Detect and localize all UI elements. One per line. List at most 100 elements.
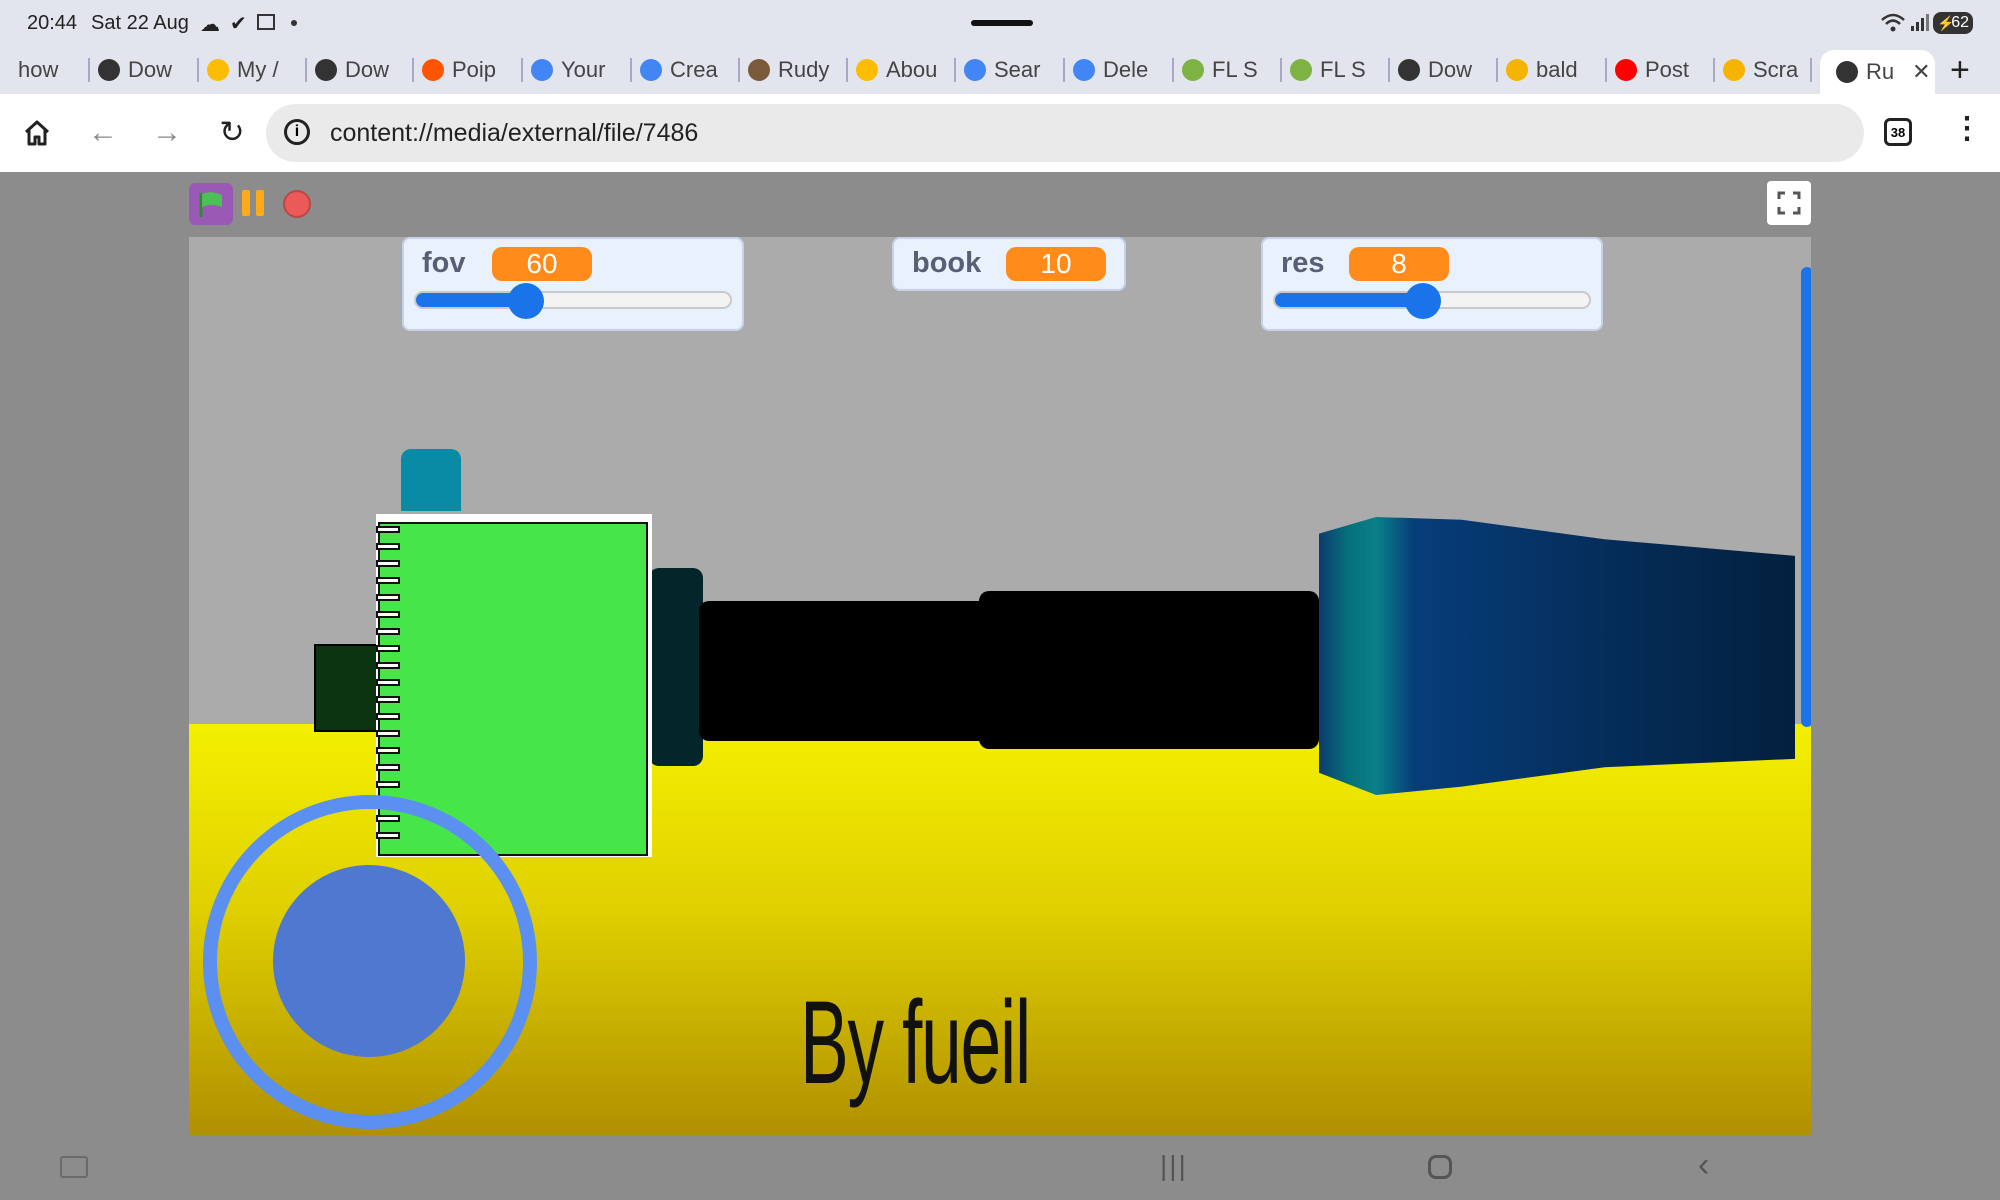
tab-8[interactable]: Abou <box>856 50 946 90</box>
tab-separator <box>1496 58 1498 82</box>
res-slider[interactable] <box>1273 283 1591 319</box>
tab-separator <box>738 58 740 82</box>
more-menu-icon[interactable]: ⋮ <box>1952 114 1982 144</box>
spiral-ring <box>376 730 400 737</box>
tab-0[interactable]: how <box>18 50 84 90</box>
tab-label: Sear <box>994 57 1041 82</box>
google-icon <box>1073 59 1095 81</box>
tab-label: Rudy <box>778 57 830 82</box>
google-icon <box>964 59 986 81</box>
spiral-ring <box>376 628 400 635</box>
teal-pillar <box>401 449 461 511</box>
tab-5[interactable]: Your <box>531 50 621 90</box>
tab-10[interactable]: Dele <box>1073 50 1163 90</box>
home-nav-icon[interactable] <box>1428 1155 1452 1179</box>
close-tab-icon[interactable]: ✕ <box>1912 59 1930 85</box>
green-flag-icon <box>199 192 222 217</box>
tab-separator <box>412 58 414 82</box>
status-bar: 20:44 Sat 22 Aug ☁ ✔ ⚡ 62 <box>0 0 2000 46</box>
tab-label: Ru <box>1866 59 1895 84</box>
status-time: 20:44 <box>27 12 78 34</box>
multiwindow-handle[interactable] <box>971 20 1033 26</box>
screen-keyboard-icon[interactable] <box>60 1156 88 1178</box>
spiral-ring <box>376 645 400 652</box>
signal-icon <box>1911 14 1929 31</box>
new-tab-icon[interactable]: + <box>1950 50 1990 90</box>
tab-label: how <box>18 57 59 82</box>
home-icon[interactable] <box>18 114 56 152</box>
tab-3[interactable]: Dow <box>315 50 405 90</box>
fov-label: fov <box>422 247 466 279</box>
tab-separator <box>630 58 632 82</box>
tab-2[interactable]: My / <box>207 50 297 90</box>
stop-button[interactable] <box>283 190 311 218</box>
tab-1[interactable]: Dow <box>98 50 188 90</box>
game-stage[interactable]: fov 60 book 10 res 8 By fueil <box>189 237 1811 1135</box>
tab-separator <box>88 58 90 82</box>
spiral-ring <box>376 679 400 686</box>
tab-12[interactable]: FL S <box>1290 50 1380 90</box>
youtube-icon <box>1615 59 1637 81</box>
tab-14[interactable]: bald <box>1506 50 1596 90</box>
tab-7[interactable]: Rudy <box>748 50 838 90</box>
res-slider-fill <box>1275 293 1423 307</box>
res-slider-thumb[interactable] <box>1405 283 1441 319</box>
tab-4[interactable]: Poip <box>422 50 512 90</box>
status-date: Sat 22 Aug <box>91 12 189 34</box>
tab-separator <box>1172 58 1174 82</box>
tab-label: Your <box>561 57 606 82</box>
fov-slider-thumb[interactable] <box>508 283 544 319</box>
tab-label: Dele <box>1103 57 1149 82</box>
reload-icon[interactable]: ↻ <box>213 114 251 152</box>
spiral-ring <box>376 560 400 567</box>
spiral-ring <box>376 611 400 618</box>
tab-16[interactable]: Scra <box>1723 50 1813 90</box>
google-icon <box>531 59 553 81</box>
fullscreen-button[interactable] <box>1767 181 1811 225</box>
tab-switcher-button[interactable]: 38 <box>1884 118 1912 146</box>
spiral-ring <box>376 662 400 669</box>
spiral-ring <box>376 781 400 788</box>
baldi-coin-icon <box>1506 59 1528 81</box>
fov-slider[interactable] <box>414 283 732 319</box>
spiral-ring <box>376 594 400 601</box>
tab-label: Scra <box>1753 57 1799 82</box>
forward-arrow-icon[interactable]: → <box>148 114 186 152</box>
joystick-knob[interactable] <box>273 865 465 1057</box>
spiral-ring <box>376 713 400 720</box>
tab-13[interactable]: Dow <box>1398 50 1488 90</box>
tab-label: Dow <box>345 57 390 82</box>
tab-label: Poip <box>452 57 497 82</box>
chrome-globe-icon <box>315 59 337 81</box>
back-arrow-icon[interactable]: ← <box>84 114 122 152</box>
site-info-icon[interactable]: i <box>284 119 310 145</box>
tab-label: Abou <box>886 57 938 82</box>
tab-17[interactable]: Ru ✕ <box>1820 50 1935 94</box>
back-nav-icon[interactable]: ‹ <box>1698 1146 1709 1185</box>
tab-separator <box>954 58 956 82</box>
book-monitor: book 10 <box>892 237 1126 291</box>
black-wall-right <box>979 591 1319 749</box>
fov-monitor: fov 60 <box>402 237 744 331</box>
tab-separator <box>1605 58 1607 82</box>
spiral-ring <box>376 747 400 754</box>
green-flag-button[interactable] <box>189 183 233 225</box>
tab-9[interactable]: Sear <box>964 50 1054 90</box>
tab-11[interactable]: FL S <box>1182 50 1272 90</box>
tab-label: Crea <box>670 57 718 82</box>
book-value: 10 <box>1006 247 1106 281</box>
pause-button[interactable] <box>242 190 266 218</box>
tab-6[interactable]: Crea <box>640 50 730 90</box>
tab-label: Post <box>1645 57 1690 82</box>
dark-green-block <box>314 644 382 732</box>
dark-teal-wall <box>649 568 703 766</box>
url-text[interactable]: content://media/external/file/7486 <box>330 119 698 148</box>
calendar-icon <box>257 14 275 30</box>
tab-separator <box>1810 58 1812 82</box>
recent-apps-icon[interactable]: ||| <box>1160 1150 1188 1182</box>
res-value: 8 <box>1349 247 1449 281</box>
game-character-icon <box>748 59 770 81</box>
battery-icon: ⚡ 62 <box>1933 12 1973 34</box>
tab-15[interactable]: Post <box>1615 50 1705 90</box>
notification-dot-icon <box>291 20 297 26</box>
